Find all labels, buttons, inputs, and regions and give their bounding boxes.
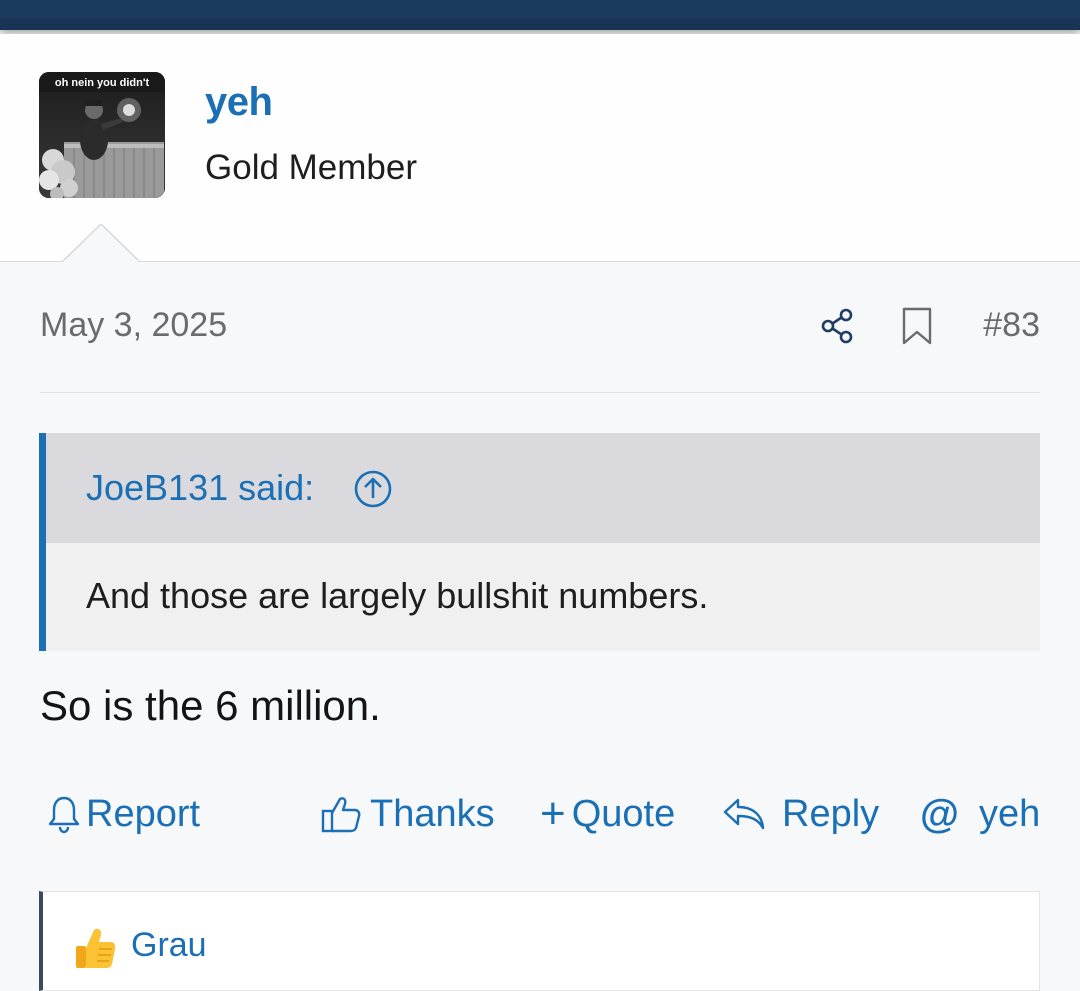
report-button[interactable]: Report bbox=[46, 790, 200, 838]
mention-user-button[interactable]: @ yeh bbox=[920, 790, 1040, 838]
quote-header: JoeB131 said: bbox=[46, 433, 1040, 543]
quote-block: JoeB131 said: And those are largely bull… bbox=[39, 433, 1040, 651]
top-navigation-bar bbox=[0, 0, 1080, 30]
report-label: Report bbox=[86, 792, 201, 835]
user-header-arrow bbox=[62, 224, 140, 262]
arrow-up-circle-icon[interactable] bbox=[353, 469, 393, 509]
at-icon: @ bbox=[920, 791, 960, 836]
avatar-caption: oh nein you didn't bbox=[55, 77, 150, 89]
post-actions-bar: Report Thanks + Quote Reply @ yeh bbox=[0, 782, 1080, 846]
quote-author-link[interactable]: JoeB131 said: bbox=[86, 467, 314, 509]
meta-divider bbox=[40, 392, 1040, 393]
reaction-user-link[interactable]: Grau bbox=[131, 926, 207, 965]
reactions-bar: Grau bbox=[39, 891, 1040, 991]
user-avatar[interactable]: oh nein you didn't bbox=[39, 72, 165, 198]
post-username[interactable]: yeh bbox=[205, 80, 273, 125]
share-icon[interactable] bbox=[818, 306, 858, 346]
quote-label: Quote bbox=[571, 792, 676, 835]
post-number-link[interactable]: #83 bbox=[983, 306, 1040, 345]
thumbs-up-emoji-icon bbox=[76, 928, 116, 968]
bookmark-icon[interactable] bbox=[900, 306, 934, 346]
post-user-header: oh nein you didn't yeh Gold Member bbox=[0, 34, 1080, 262]
quote-text: And those are largely bullshit numbers. bbox=[86, 575, 709, 616]
mention-user-label: yeh bbox=[979, 792, 1041, 835]
avatar-image: oh nein you didn't bbox=[39, 72, 165, 198]
plus-icon: + bbox=[540, 789, 566, 838]
user-title: Gold Member bbox=[205, 148, 418, 187]
thumbs-up-icon bbox=[321, 797, 361, 833]
reply-arrow-icon bbox=[723, 798, 765, 830]
bell-icon bbox=[48, 796, 80, 834]
thanks-label: Thanks bbox=[370, 792, 495, 835]
post-date[interactable]: May 3, 2025 bbox=[40, 306, 227, 345]
reply-label: Reply bbox=[782, 792, 880, 835]
quote-button[interactable]: + Quote bbox=[540, 790, 675, 838]
post-meta-bar: May 3, 2025 #83 bbox=[40, 300, 1040, 354]
reply-button[interactable]: Reply bbox=[722, 790, 879, 838]
post-body-text: So is the 6 million. bbox=[40, 682, 381, 729]
thanks-button[interactable]: Thanks bbox=[320, 790, 495, 838]
